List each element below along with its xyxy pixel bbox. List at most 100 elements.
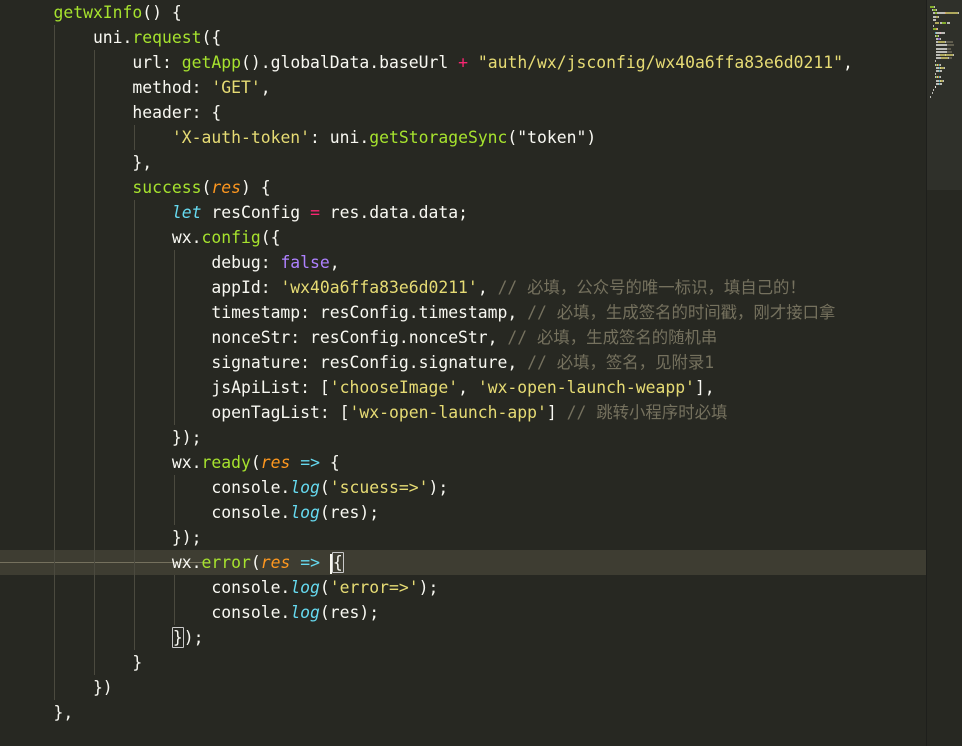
minimap-line bbox=[939, 70, 942, 72]
code-token: console. bbox=[14, 603, 291, 622]
code-token: log bbox=[290, 603, 320, 622]
code-token: 'wx-open-launch-app' bbox=[349, 403, 547, 422]
minimap-line bbox=[938, 41, 946, 44]
code-token: }) bbox=[14, 678, 113, 697]
code-line[interactable]: }, bbox=[14, 700, 73, 725]
code-token: appId: bbox=[14, 278, 281, 297]
code-line[interactable]: wx.config({ bbox=[14, 225, 281, 250]
code-token: error bbox=[201, 553, 251, 572]
code-line[interactable]: wx.error(res => { bbox=[14, 550, 344, 575]
code-token: method: bbox=[14, 78, 212, 97]
minimap-line bbox=[939, 82, 942, 85]
code-line[interactable]: }) bbox=[14, 675, 113, 700]
code-token: // 必填，签名，见附录1 bbox=[527, 353, 715, 372]
code-token: => bbox=[300, 453, 320, 472]
code-line[interactable]: console.log(res); bbox=[14, 500, 379, 525]
minimap[interactable] bbox=[926, 0, 962, 746]
code-line[interactable]: url: getApp().globalData.baseUrl + "auth… bbox=[14, 50, 852, 75]
code-line[interactable]: } bbox=[14, 650, 142, 675]
code-line[interactable]: }); bbox=[14, 525, 202, 550]
code-line[interactable]: 'X-auth-token': uni.getStorageSync("toke… bbox=[14, 125, 596, 150]
code-line[interactable]: console.log(res); bbox=[14, 600, 379, 625]
code-area[interactable]: getwxInfo() { uni.request({ url: getApp(… bbox=[0, 0, 926, 746]
code-line[interactable]: let resConfig = res.data.data; bbox=[14, 200, 468, 225]
code-token: resConfig bbox=[201, 203, 311, 222]
minimap-line bbox=[953, 54, 954, 56]
code-line[interactable]: method: 'GET', bbox=[14, 75, 270, 100]
code-token: false bbox=[280, 253, 330, 272]
minimap-line bbox=[934, 73, 936, 76]
code-line[interactable]: openTagList: ['wx-open-launch-app'] // 跳… bbox=[14, 400, 727, 425]
code-token: jsApiList: [ bbox=[14, 378, 330, 397]
minimap-line bbox=[948, 57, 953, 60]
code-line[interactable]: nonceStr: resConfig.nonceStr, // 必填，生成签名… bbox=[14, 325, 717, 350]
code-token: (res); bbox=[319, 603, 380, 622]
minimap-line bbox=[934, 86, 936, 88]
code-token: res bbox=[260, 553, 291, 572]
code-token: ("token") bbox=[507, 128, 597, 147]
code-token: log bbox=[290, 578, 320, 597]
code-token: log bbox=[290, 503, 320, 522]
code-line[interactable]: debug: false, bbox=[14, 250, 340, 275]
code-token: wx. bbox=[14, 228, 202, 247]
code-token: => bbox=[300, 553, 320, 572]
code-token: console. bbox=[14, 478, 291, 497]
code-token: ( bbox=[250, 453, 261, 472]
code-token: ({ bbox=[260, 228, 281, 247]
minimap-line bbox=[934, 60, 936, 63]
minimap-line bbox=[936, 47, 947, 50]
minimap-line bbox=[935, 9, 937, 12]
minimap-line bbox=[946, 47, 952, 50]
code-line[interactable]: header: { bbox=[14, 100, 221, 125]
code-editor[interactable]: getwxInfo() { uni.request({ url: getApp(… bbox=[0, 0, 962, 746]
code-token: getStorageSync bbox=[369, 128, 508, 147]
minimap-line bbox=[933, 18, 937, 21]
code-token: timestamp: resConfig.timestamp, bbox=[14, 303, 528, 322]
code-token: ], bbox=[694, 378, 715, 397]
minimap-line bbox=[936, 50, 948, 53]
code-token: "auth/wx/jsconfig/wx40a6ffa83e6d0211" bbox=[477, 53, 843, 72]
code-line[interactable]: getwxInfo() { bbox=[14, 0, 181, 25]
code-line[interactable]: uni.request({ bbox=[14, 25, 221, 50]
code-token: header: { bbox=[14, 103, 222, 122]
code-token: let bbox=[171, 203, 202, 222]
code-token: ( bbox=[250, 553, 261, 572]
code-token: wx. bbox=[14, 553, 202, 572]
code-line[interactable]: console.log('scuess=>'); bbox=[14, 475, 448, 500]
code-line[interactable]: }); bbox=[14, 425, 202, 450]
code-line[interactable]: console.log('error=>'); bbox=[14, 575, 438, 600]
code-line[interactable]: }); bbox=[14, 625, 204, 650]
code-line[interactable]: signature: resConfig.signature, // 必填，签名… bbox=[14, 350, 714, 375]
code-line[interactable]: appId: 'wx40a6ffa83e6d0211', // 必填，公众号的唯… bbox=[14, 275, 806, 300]
code-line[interactable]: }, bbox=[14, 150, 152, 175]
code-token: request bbox=[132, 28, 202, 47]
code-token: signature: resConfig.signature, bbox=[14, 353, 528, 372]
code-line[interactable]: wx.ready(res => { bbox=[14, 450, 340, 475]
minimap-line bbox=[937, 28, 939, 31]
code-token: (res); bbox=[319, 503, 380, 522]
code-token: getwxInfo bbox=[14, 3, 143, 22]
code-line[interactable]: jsApiList: ['chooseImage', 'wx-open-laun… bbox=[14, 375, 715, 400]
minimap-line bbox=[940, 57, 948, 60]
minimap-line bbox=[933, 6, 935, 8]
code-token: // 必填，公众号的唯一标识，填自己的！ bbox=[497, 278, 806, 297]
matched-bracket: { bbox=[331, 552, 344, 573]
code-token: 'error=>' bbox=[329, 578, 419, 597]
code-token: 'wx-open-launch-weapp' bbox=[477, 378, 695, 397]
code-token: }); bbox=[14, 428, 202, 447]
code-token: 'chooseImage' bbox=[329, 378, 459, 397]
code-token: , bbox=[329, 253, 340, 272]
code-token: ().globalData.baseUrl bbox=[240, 53, 459, 72]
code-token: ( bbox=[319, 578, 330, 597]
code-token: ); bbox=[183, 628, 204, 647]
code-token: ( bbox=[319, 478, 330, 497]
code-token: log bbox=[290, 478, 320, 497]
code-line[interactable]: success(res) { bbox=[14, 175, 270, 200]
code-line[interactable]: timestamp: resConfig.timestamp, // 必填，生成… bbox=[14, 300, 835, 325]
code-token: 'GET' bbox=[211, 78, 261, 97]
code-token: success bbox=[132, 178, 202, 197]
code-token: res bbox=[211, 178, 241, 197]
